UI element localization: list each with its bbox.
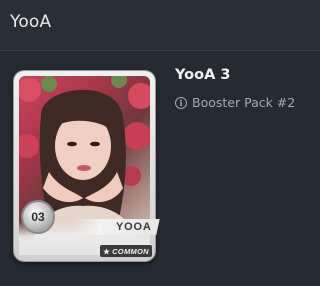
rarity-text: COMMON <box>112 246 149 256</box>
card-name-banner: YOOA <box>72 219 160 235</box>
card-number: 03 <box>31 210 45 224</box>
header-bar: YooA <box>0 0 320 51</box>
rarity-badge: COMMON <box>100 245 152 257</box>
photo-card[interactable]: 03 YOOA COMMON <box>14 71 160 261</box>
card-title[interactable]: YooA 3 <box>175 67 230 83</box>
info-icon: i <box>175 96 187 109</box>
star-icon <box>103 247 110 255</box>
booster-pack-info[interactable]: i Booster Pack #2 <box>175 95 295 110</box>
booster-pack-label: Booster Pack #2 <box>192 95 296 110</box>
page-title: YooA <box>10 12 52 32</box>
card-number-badge: 03 <box>23 202 53 232</box>
card-name-label: YOOA <box>116 221 152 233</box>
